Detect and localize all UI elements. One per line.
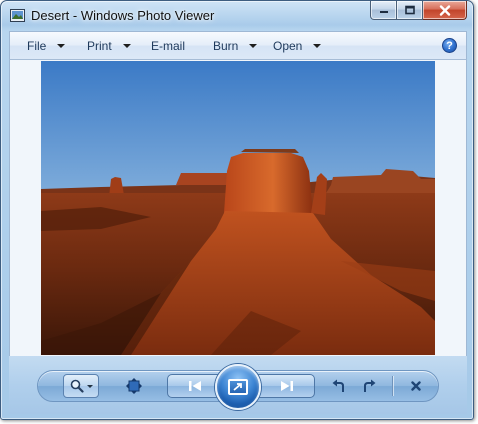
menu-print-label: Print [87,39,112,53]
minimize-icon [379,11,388,13]
rotate-left-icon [332,379,344,392]
menu-email[interactable]: E-mail [151,39,185,53]
menu-file[interactable]: File [27,39,66,53]
navigation-control-bar [9,356,467,414]
chevron-down-icon [313,43,322,48]
previous-button[interactable] [175,374,215,398]
next-button[interactable] [267,374,307,398]
menu-open[interactable]: Open [273,39,322,53]
desert-mesa-photo [41,61,435,355]
toolbar-separator [392,376,393,396]
window-title: Desert - Windows Photo Viewer [31,8,215,23]
previous-icon [189,381,201,391]
delete-icon [411,381,421,391]
rotate-right-icon [364,379,376,392]
image-viewport[interactable] [9,60,467,356]
actual-size-icon [126,378,142,394]
next-icon [281,381,293,391]
menu-burn[interactable]: Burn [213,39,258,53]
rotate-clockwise-button[interactable] [357,374,381,398]
close-icon [439,4,450,16]
chevron-down-icon [57,43,66,48]
maximize-button[interactable] [397,1,423,20]
menu-burn-label: Burn [213,39,239,53]
slideshow-icon [228,379,248,395]
chevron-down-icon [249,43,258,48]
command-bar: File Print E-mail Burn Open ? [9,31,467,60]
chevron-down-icon [86,384,93,388]
minimize-button[interactable] [370,1,397,20]
maximize-icon [404,5,415,15]
menu-email-label: E-mail [151,39,186,53]
caption-buttons [370,1,467,20]
close-button[interactable] [423,1,467,20]
zoom-button[interactable] [63,374,99,398]
menu-file-label: File [27,39,47,53]
help-icon[interactable]: ? [442,38,457,53]
menu-print[interactable]: Print [87,39,131,53]
photo-image [41,61,435,355]
actual-size-button[interactable] [122,374,146,398]
slideshow-button[interactable] [215,364,261,410]
magnifier-icon [70,379,84,393]
menu-open-label: Open [273,39,303,53]
rotate-counterclockwise-button[interactable] [327,374,351,398]
delete-button[interactable] [404,374,428,398]
photo-viewer-window: Desert - Windows Photo Viewer File Print… [0,0,474,420]
chevron-down-icon [122,43,131,48]
title-bar[interactable]: Desert - Windows Photo Viewer [1,1,473,31]
expand-arrow-icon [233,383,242,391]
photo-viewer-app-icon [10,9,25,22]
